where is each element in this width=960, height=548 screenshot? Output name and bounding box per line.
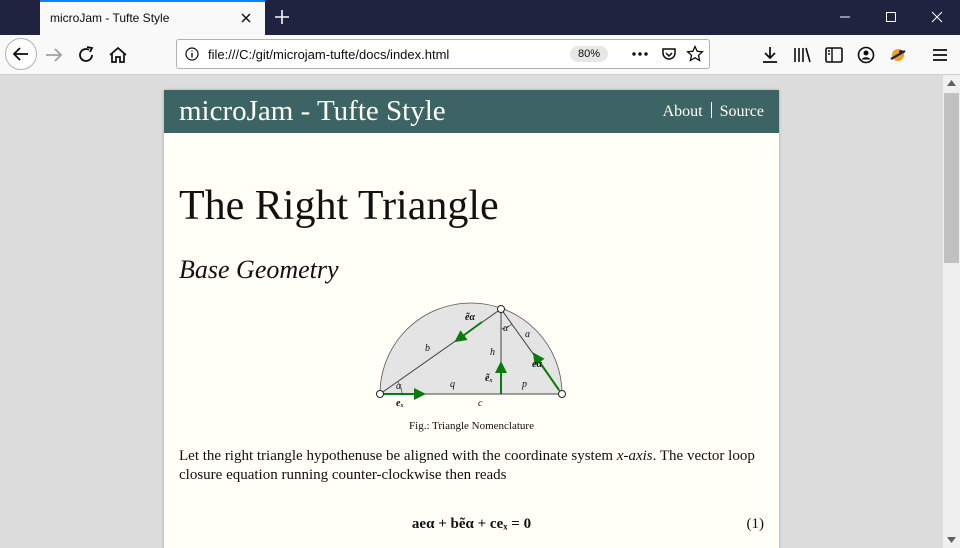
menu-icon[interactable] (928, 43, 952, 67)
minimize-icon (840, 16, 850, 18)
download-icon[interactable] (758, 43, 782, 67)
vertical-scrollbar[interactable] (943, 75, 960, 548)
navigation-toolbar: file:///C:/git/microjam-tufte/docs/index… (0, 35, 960, 75)
label-ealpha-tilde: ẽα (465, 312, 475, 323)
page-viewport: microJam - Tufte Style About Source The R… (0, 75, 943, 548)
library-icon[interactable] (790, 43, 814, 67)
url-bar[interactable]: file:///C:/git/microjam-tufte/docs/index… (176, 39, 710, 69)
bookmark-star-icon[interactable] (686, 45, 704, 63)
sidebar-icon[interactable] (822, 43, 846, 67)
scroll-down-icon[interactable] (947, 537, 956, 543)
equation-number: (1) (746, 516, 765, 532)
site-nav: About Source (663, 102, 764, 121)
nav-source-link[interactable]: Source (720, 103, 764, 120)
body-paragraph: Let the right triangle hypothenuse be al… (179, 447, 769, 485)
label-h: h (490, 347, 495, 358)
label-alpha-top: α (503, 323, 509, 334)
page-title: The Right Triangle (179, 183, 499, 229)
vertex-left (376, 390, 384, 398)
document-page: microJam - Tufte Style About Source The R… (164, 90, 779, 548)
new-tab-icon[interactable] (272, 7, 292, 27)
forward-arrow-icon[interactable] (42, 43, 66, 67)
label-alpha-bottom: α (396, 381, 402, 392)
maximize-button[interactable] (868, 0, 914, 35)
label-c: c (478, 398, 483, 409)
paragraph-text-1: Let the right triangle hypothenuse be al… (179, 448, 617, 464)
tab-title: microJam - Tufte Style (50, 11, 170, 25)
equation-text: aeα + bẽα + ceₓ = 0 (411, 516, 532, 532)
section-heading: Base Geometry (179, 255, 339, 284)
close-icon[interactable] (237, 9, 255, 27)
home-icon[interactable] (106, 43, 130, 67)
label-b: b (425, 343, 430, 354)
back-button[interactable] (5, 38, 37, 70)
nav-divider (710, 102, 712, 118)
equation: aeα + bẽα + ceₓ = 0 (164, 516, 779, 533)
account-icon[interactable] (854, 43, 878, 67)
triangle-figure: α α b a h q p c ẽα eα ẽₓ eₓ (376, 302, 566, 409)
extension-icon[interactable] (886, 43, 910, 67)
label-ex: eₓ (396, 398, 404, 409)
label-p: p (521, 379, 527, 390)
label-ealpha: eα (532, 359, 542, 370)
window-close-icon (931, 11, 943, 23)
paragraph-emphasis: x-axis (616, 448, 653, 464)
page-actions-icon[interactable] (631, 48, 649, 60)
zoom-level-badge[interactable]: 80% (570, 46, 609, 62)
reload-icon[interactable] (74, 43, 98, 67)
url-text[interactable]: file:///C:/git/microjam-tufte/docs/index… (208, 47, 449, 62)
back-arrow-icon (12, 47, 28, 61)
nav-about-link[interactable]: About (663, 103, 703, 120)
label-ex-tilde: ẽₓ (485, 373, 493, 384)
site-header: microJam - Tufte Style About Source (164, 90, 779, 133)
info-icon[interactable] (185, 47, 199, 61)
minimize-button[interactable] (822, 0, 868, 35)
label-q: q (450, 379, 455, 390)
vertex-right (558, 390, 566, 398)
pocket-icon[interactable] (660, 45, 678, 63)
site-title[interactable]: microJam - Tufte Style (179, 95, 446, 128)
vertex-top (497, 305, 505, 313)
scrollbar-thumb[interactable] (944, 93, 959, 263)
window-close-button[interactable] (914, 0, 960, 35)
tab-active[interactable]: microJam - Tufte Style (40, 0, 265, 35)
tab-strip: microJam - Tufte Style (0, 0, 960, 35)
label-a: a (525, 329, 530, 340)
maximize-icon (886, 12, 896, 22)
figure-caption: Fig.: Triangle Nomenclature (409, 420, 534, 432)
scroll-up-icon[interactable] (947, 80, 956, 86)
